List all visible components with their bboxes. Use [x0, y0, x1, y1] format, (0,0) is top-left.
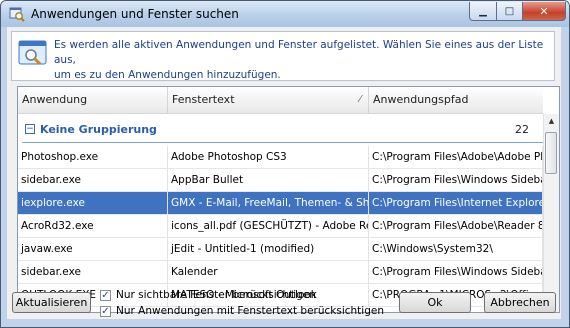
group-divider — [22, 142, 543, 143]
maximize-icon: □ — [504, 5, 515, 17]
column-header-window-text[interactable]: Fenstertext ⁄ — [168, 87, 369, 113]
table-row[interactable]: sidebar.exe AppBar Bullet C:\Program Fil… — [18, 169, 543, 192]
dialog-content: Es werden alle aktiven Anwendungen und F… — [7, 27, 561, 319]
cell-application: iexplore.exe — [18, 192, 168, 214]
check-icon[interactable]: ✓ — [100, 290, 111, 301]
collapse-icon[interactable]: − — [25, 124, 35, 134]
cell-application: Photoshop.exe — [18, 146, 168, 168]
column-header-label: Anwendungspfad — [373, 93, 469, 106]
maximize-button[interactable]: □ — [496, 2, 523, 21]
check-icon[interactable]: ✓ — [100, 306, 111, 317]
cell-application: AcroRd32.exe — [18, 215, 168, 237]
ok-label: Ok — [427, 296, 443, 309]
title-bar[interactable]: Anwendungen und Fenster suchen ▁ □ ✕ — [1, 1, 569, 27]
table-row[interactable]: AcroRd32.exe icons_all.pdf (GESCHÜTZT) -… — [18, 215, 543, 238]
cell-window-text: AppBar Bullet — [168, 169, 369, 191]
cell-window-text: icons_all.pdf (GESCHÜTZT) - Adobe Read — [168, 215, 369, 237]
column-header-label: Fenstertext — [172, 93, 235, 106]
cell-window-text: Adobe Photoshop CS3 — [168, 146, 369, 168]
button-bar: Aktualisieren ✓ Nur sichtbare Fenster be… — [7, 282, 561, 322]
window-title: Anwendungen und Fenster suchen — [31, 7, 239, 21]
cell-application: sidebar.exe — [18, 169, 168, 191]
close-button[interactable]: ✕ — [522, 2, 566, 21]
table-row[interactable]: Photoshop.exe Adobe Photoshop CS3 C:\Pro… — [18, 146, 543, 169]
info-panel: Es werden alle aktiven Anwendungen und F… — [11, 31, 555, 81]
refresh-label: Aktualisieren — [15, 296, 88, 309]
info-line-2: um es zu den Anwendungen hinzuzufügen. — [54, 69, 281, 81]
cell-application: javaw.exe — [18, 238, 168, 260]
cell-path: C:\Windows\System32\ — [369, 238, 543, 260]
visible-windows-checkbox[interactable]: ✓ Nur sichtbare Fenster berücksichtigen — [100, 289, 400, 303]
cancel-button[interactable]: Abbrechen — [484, 292, 556, 313]
magnifier-icon — [18, 40, 47, 66]
scroll-up-icon[interactable]: ▲ — [544, 114, 559, 128]
window-text-checkbox[interactable]: ✓ Nur Anwendungen mit Fenstertext berück… — [100, 305, 400, 319]
refresh-button[interactable]: Aktualisieren — [12, 292, 91, 313]
cell-path: C:\Program Files\Adobe\Adobe Pho — [369, 146, 543, 168]
checkbox-label: Nur sichtbare Fenster berücksichtigen — [116, 289, 316, 301]
minimize-icon: ▁ — [479, 5, 487, 17]
cell-path: C:\Program Files\Windows Sidebar — [369, 169, 543, 191]
application-grid: Anwendung Fenstertext ⁄ Anwendungspfad −… — [17, 86, 560, 313]
dialog-window: Anwendungen und Fenster suchen ▁ □ ✕ Es … — [0, 0, 570, 328]
cell-path: C:\Program Files\Internet Explorer — [369, 192, 543, 214]
cancel-label: Abbrechen — [490, 296, 550, 309]
cell-path: C:\Program Files\Adobe\Reader 8. — [369, 215, 543, 237]
cell-window-text: jEdit - Untitled-1 (modified) — [168, 238, 369, 260]
table-row[interactable]: javaw.exe jEdit - Untitled-1 (modified) … — [18, 238, 543, 261]
cell-window-text: Kalender — [168, 261, 369, 283]
column-header-application[interactable]: Anwendung — [18, 87, 168, 113]
cell-application: sidebar.exe — [18, 261, 168, 283]
close-icon: ✕ — [539, 4, 549, 18]
info-text: Es werden alle aktiven Anwendungen und F… — [54, 38, 548, 83]
table-row-selected[interactable]: iexplore.exe GMX - E-Mail, FreeMail, The… — [18, 192, 543, 215]
column-header-label: Anwendung — [22, 93, 88, 106]
cell-window-text: GMX - E-Mail, FreeMail, Themen- & Shopp — [168, 192, 369, 214]
minimize-button[interactable]: ▁ — [469, 2, 497, 21]
window-search-icon — [9, 7, 25, 22]
group-label: Keine Gruppierung — [40, 123, 157, 136]
table-row[interactable]: sidebar.exe Kalender C:\Program Files\Wi… — [18, 261, 543, 284]
ok-button[interactable]: Ok — [399, 292, 471, 313]
grid-header: Anwendung Fenstertext ⁄ Anwendungspfad — [18, 87, 543, 114]
info-line-1: Es werden alle aktiven Anwendungen und F… — [54, 39, 544, 66]
column-header-path[interactable]: Anwendungspfad — [369, 87, 543, 113]
cell-path: C:\Program Files\Windows Sidebar — [369, 261, 543, 283]
scroll-thumb[interactable] — [545, 132, 557, 174]
checkbox-label: Nur Anwendungen mit Fenstertext berücksi… — [116, 305, 384, 317]
group-count: 22 — [515, 123, 529, 136]
sort-icon: ⁄ — [359, 94, 361, 105]
group-row[interactable]: − Keine Gruppierung 22 — [18, 115, 543, 145]
